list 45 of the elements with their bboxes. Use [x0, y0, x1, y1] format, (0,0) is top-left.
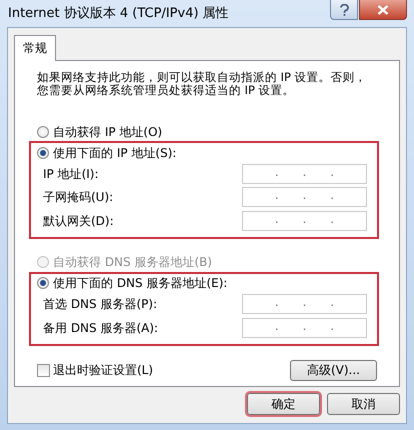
tab[interactable]: 常规	[14, 35, 56, 61]
radio-label: 自动获得 DNS 服务器地址(B)	[53, 254, 212, 271]
radio-label[interactable]: 使用下面的 DNS 服务器地址(E):	[53, 274, 228, 292]
field-label: IP 地址(I):	[43, 166, 99, 183]
help-icon	[340, 4, 348, 16]
description-line: 您需要从网络系统管理员处获得适当的 IP 设置。	[37, 84, 295, 97]
ip-address-field[interactable]: . . .	[242, 164, 367, 184]
ip-separator: .	[330, 210, 334, 228]
ip-separator: .	[302, 318, 306, 335]
checkbox[interactable]	[37, 364, 50, 376]
description-line: 如果网络支持此功能，则可以获取自动指派的 IP 设置。否则，	[37, 71, 367, 84]
radio-button[interactable]	[37, 277, 49, 289]
help-button[interactable]	[330, 0, 358, 20]
ip-separator: .	[330, 318, 334, 335]
radio-button[interactable]	[37, 146, 49, 158]
field-label: 默认网关(D):	[43, 212, 114, 230]
ip-separator: .	[302, 294, 306, 312]
ip-address-field[interactable]: . . .	[242, 210, 367, 231]
radio-button[interactable]	[37, 126, 49, 138]
close-icon	[377, 4, 389, 14]
ok-button[interactable]: 确定	[247, 393, 320, 415]
ip-separator: .	[302, 164, 306, 181]
ip-separator: .	[330, 164, 334, 181]
ip-address-field[interactable]: . . .	[242, 294, 367, 314]
window-title: Internet 协议版本 4 (TCP/IPv4) 属性	[7, 4, 229, 23]
ip-separator: .	[302, 187, 306, 204]
ip-separator: .	[274, 187, 279, 204]
field-label: 首选 DNS 服务器(P):	[43, 296, 158, 314]
radio-label[interactable]: 使用下面的 IP 地址(S):	[53, 144, 176, 162]
close-button[interactable]	[359, 0, 407, 20]
ip-address-field[interactable]: . . .	[242, 318, 367, 338]
advanced-button[interactable]: 高级(V)...	[290, 360, 377, 380]
field-label: 备用 DNS 服务器(A):	[43, 320, 158, 337]
ip-separator: .	[274, 318, 279, 335]
field-label: 子网掩码(U):	[43, 189, 114, 206]
radio-label[interactable]: 自动获得 IP 地址(O)	[53, 122, 162, 140]
ip-separator: .	[302, 210, 306, 228]
checkbox-label[interactable]: 退出时验证设置(L)	[53, 361, 154, 379]
ip-separator: .	[330, 294, 334, 312]
cancel-button[interactable]: 取消	[327, 393, 400, 415]
ip-separator: .	[274, 210, 279, 228]
ip-separator: .	[274, 164, 279, 181]
ip-address-field[interactable]: . . .	[242, 187, 367, 208]
ip-separator: .	[330, 187, 334, 204]
ip-separator: .	[274, 294, 279, 312]
